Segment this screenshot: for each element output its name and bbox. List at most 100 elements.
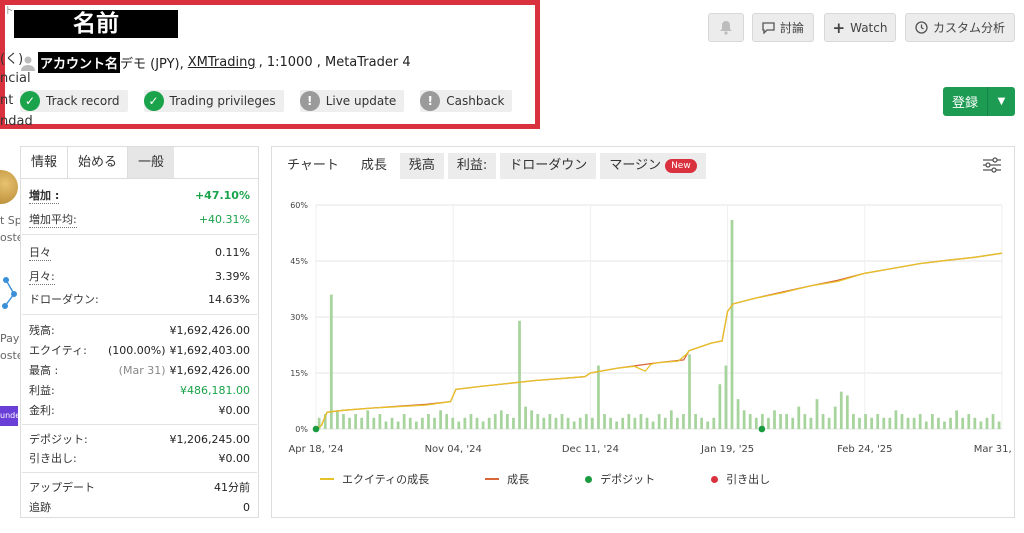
register-button[interactable]: 登録 ▼	[943, 87, 1015, 116]
trade-bar	[991, 414, 995, 429]
x-tick-label: Dec 11, '24	[562, 444, 619, 455]
discuss-button[interactable]: 討論	[752, 13, 814, 42]
tab-profit[interactable]: 利益:	[447, 153, 497, 179]
trade-bar	[967, 414, 971, 429]
trade-bar	[937, 417, 940, 429]
stat-value: +47.10%	[194, 188, 250, 202]
tab-info[interactable]: 情報	[21, 147, 67, 178]
stats-tabs: 情報 始める 一般	[21, 147, 258, 179]
stat-row-updated: アップデート 41分前	[29, 477, 250, 497]
series-line	[315, 252, 1003, 430]
trade-bar	[955, 410, 958, 429]
trade-bar	[548, 414, 552, 429]
sliders-icon[interactable]	[982, 157, 1002, 173]
tab-general[interactable]: 一般	[128, 147, 175, 178]
trade-bar	[390, 417, 394, 429]
stat-key: エクイティ:	[29, 344, 87, 357]
trade-bar	[870, 417, 873, 429]
trade-bar	[767, 417, 770, 429]
badge-cashback[interactable]: ! Cashback	[420, 90, 513, 112]
edge-text: t Sp	[0, 214, 22, 227]
trade-bar	[566, 417, 570, 429]
growth-chart[interactable]: 0% 15% 30% 45% 60% Apr 18, '24 Nov 04, '24 Dec …	[272, 191, 1014, 491]
stat-key: ドローダウン:	[29, 293, 99, 306]
trade-bar	[918, 414, 922, 429]
trade-bar	[912, 417, 916, 429]
y-tick-label: 60%	[290, 201, 308, 210]
stat-key: デポジット:	[29, 433, 88, 446]
trade-bar	[949, 417, 952, 429]
legend-item-withdrawal[interactable]: 引き出し	[711, 471, 770, 487]
watch-label: Watch	[850, 20, 888, 35]
trade-bar	[742, 410, 746, 429]
account-owner-name-redacted: 名前	[14, 10, 178, 38]
trade-bar	[906, 417, 910, 429]
stat-value: 0	[243, 500, 250, 514]
trade-bar	[493, 414, 497, 429]
stat-key[interactable]: 増加平均:	[29, 211, 77, 228]
trade-bar	[688, 354, 691, 429]
edge-badge[interactable]: unde	[0, 406, 18, 426]
trade-bar	[803, 414, 807, 429]
trade-bar	[815, 399, 819, 429]
chart-tabs: チャート 成長 残高 利益: ドローダウン マージン New	[278, 153, 706, 179]
legend-line-swatch	[485, 478, 500, 480]
trade-bar	[348, 417, 351, 429]
legend-label: 成長	[507, 473, 530, 486]
tab-chart[interactable]: チャート	[278, 153, 348, 179]
trade-bar	[888, 417, 892, 429]
trade-bar	[463, 417, 467, 429]
tab-start[interactable]: 始める	[67, 147, 129, 178]
trade-bar	[506, 414, 509, 429]
trade-bar	[372, 417, 376, 429]
trade-bar	[821, 414, 825, 429]
stat-value: ¥1,692,403.00	[169, 343, 250, 357]
trade-bar	[536, 414, 540, 429]
x-tick-label: Jan 19, '25	[700, 444, 754, 455]
verification-badges: ✓ Track record ✓ Trading privileges ! Li…	[20, 90, 513, 112]
y-tick-label: 30%	[290, 313, 308, 322]
trade-bar	[930, 414, 934, 429]
trade-bar	[894, 410, 898, 429]
trade-bar	[651, 421, 655, 429]
trade-bar	[615, 421, 619, 429]
legend-dot-swatch	[585, 475, 593, 483]
broker-link[interactable]: XMTrading	[188, 55, 256, 70]
badge-trading-privileges[interactable]: ✓ Trading privileges	[143, 90, 284, 112]
stat-key[interactable]: 日々	[29, 244, 51, 261]
x-tick-label: Mar 31, '25	[974, 444, 1014, 455]
badge-live-update[interactable]: ! Live update	[299, 90, 405, 112]
legend-item-deposit[interactable]: デポジット	[585, 471, 655, 487]
stat-key[interactable]: 増加 :	[29, 187, 60, 204]
stat-value: 0.11%	[215, 245, 250, 259]
tab-growth[interactable]: 成長	[351, 153, 396, 179]
stat-row-daily: 日々 0.11%	[29, 242, 250, 262]
trade-bar	[427, 414, 430, 429]
stat-key[interactable]: 月々:	[29, 268, 55, 285]
stat-row-gain: 増加 : +47.10%	[29, 185, 250, 205]
tab-balance[interactable]: 残高	[399, 153, 444, 179]
stat-row-tracking: 追跡 0	[29, 497, 250, 517]
tab-margin[interactable]: マージン New	[600, 153, 706, 179]
stat-prefix: (100.00%)	[107, 343, 166, 357]
user-avatar-icon	[20, 55, 36, 71]
stat-key: 追跡	[29, 501, 51, 514]
trade-bar	[858, 417, 861, 429]
badge-track-record[interactable]: ✓ Track record	[20, 90, 128, 112]
account-meta: , 1:1000 , MetaTrader 4	[258, 55, 411, 70]
y-tick-label: 15%	[290, 369, 308, 378]
custom-analysis-button[interactable]: カスタム分析	[905, 13, 1015, 42]
legend-item-growth[interactable]: 成長	[485, 471, 529, 487]
watch-button[interactable]: + Watch	[824, 13, 896, 42]
notification-button[interactable]	[708, 13, 744, 42]
chevron-down-icon[interactable]: ▼	[988, 96, 1015, 107]
stat-key: アップデート	[29, 481, 95, 494]
tab-drawdown[interactable]: ドローダウン	[500, 153, 597, 179]
trade-bar	[997, 421, 1001, 429]
trade-bar	[773, 410, 776, 429]
trade-bar	[609, 417, 612, 429]
stat-row-equity: エクイティ: (100.00%) ¥1,692,403.00	[29, 340, 250, 360]
trade-bar	[961, 417, 965, 429]
legend-item-equity-growth[interactable]: エクイティの成長	[320, 471, 429, 487]
stat-divider	[22, 472, 257, 473]
